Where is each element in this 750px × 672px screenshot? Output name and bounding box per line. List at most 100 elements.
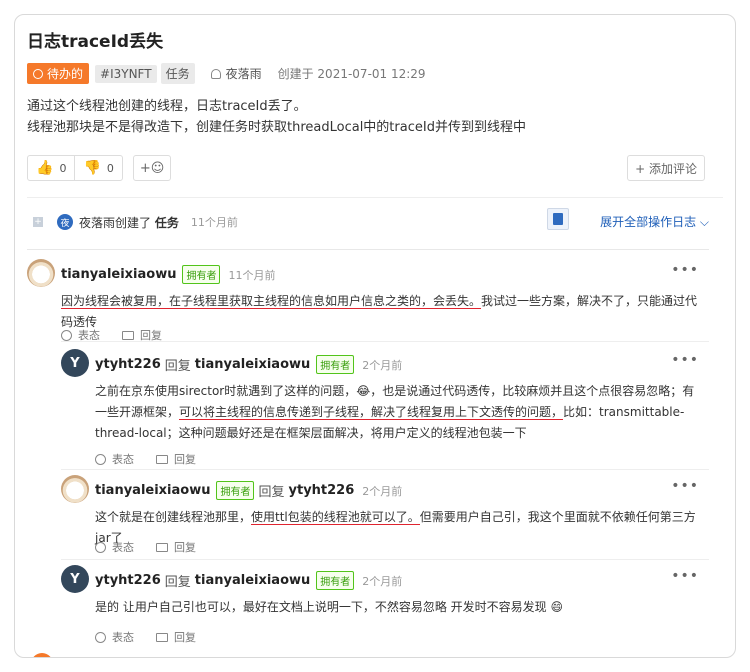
reply-button[interactable]: 回复 [156,629,196,645]
expand-log-link[interactable]: 展开全部操作日志 ⌵ [600,213,709,230]
smile-icon [95,631,106,643]
avatar[interactable] [61,475,89,503]
thumbs-down-button[interactable]: 👎 0 [74,156,121,180]
comment-time: 2个月前 [362,484,403,498]
smile-icon [95,453,106,465]
highlighted-text: 使用ttl包装的线程池就可以了。 [251,510,420,525]
owner-badge: 拥有者 [182,265,221,284]
created-time: 创建于 2021-07-01 12:29 [277,67,426,81]
react-button[interactable]: 表态 [95,451,134,467]
comment-user[interactable]: ytyht226 [95,357,161,372]
log-text-type: 任务 [154,215,179,230]
issue-id-tag[interactable]: #I3YNFT [95,64,157,83]
react-label: 表态 [112,453,134,466]
comment-actions: 表态 回复 [95,451,218,467]
reply-icon [156,632,168,642]
reply-word: 回复 [258,485,285,500]
reply-to-user[interactable]: tianyaleixiaowu [195,357,310,372]
highlighted-text: 可以将主线程的信息传递到子线程，解决了线程复用上下文透传的问题， [179,405,564,420]
issue-panel: 日志traceId丢失 待办的 #I3YNFT 任务 夜落雨 创建于 2021-… [14,14,736,658]
add-reaction-button[interactable]: +☺ [132,155,172,181]
body-pre: 这个就是在创建线程池那里， [95,510,252,524]
reply-label: 回复 [174,541,196,554]
comment-2: Y ytyht226 回复 tianyaleixiaowu 拥有者 2个月前 •… [61,341,709,469]
body-pre: 是的 让用户自己引也可以，最好在文档上说明一下，不然容易忽略 开发时不容易发现 … [95,600,563,614]
reply-to-user[interactable]: tianyaleixiaowu [195,573,310,588]
log-time: 11个月前 [190,216,238,229]
thumbs-up-icon: 👍 [36,160,54,176]
more-icon[interactable]: ••• [671,568,699,584]
status-badge[interactable]: 待办的 [27,63,90,84]
reply-word: 回复 [164,575,191,590]
thumbs-up-count: 0 [59,161,67,175]
expand-icon[interactable]: + [33,217,43,227]
comment-time: 2个月前 [362,574,403,588]
book-icon[interactable] [547,208,569,230]
status-icon [33,68,43,79]
react-label: 表态 [112,541,134,554]
log-text: 夜落雨创建了 任务 [79,214,179,231]
reply-button[interactable]: 回复 [156,539,196,555]
divider [27,197,723,198]
comment-actions: 表态 回复 [95,629,218,645]
reaction-group: 👍 0 👎 0 [27,155,123,181]
comment-header: tianyaleixiaowu 拥有者 回复 ytyht226 2个月前 [95,481,402,500]
author-name: 夜落雨 [225,67,262,81]
react-button[interactable]: 表态 [95,629,134,645]
owner-badge: 拥有者 [316,571,355,590]
more-icon[interactable]: ••• [671,478,699,494]
avatar[interactable] [27,259,55,287]
issue-type-tag[interactable]: 任务 [160,63,195,84]
comment-body: 之前在京东使用sirector时就遇到了这样的问题，😂，也是说通过代码透传，比较… [95,381,701,444]
owner-badge: 拥有者 [216,481,255,500]
owner-badge: 拥有者 [316,355,355,374]
comment-body: 是的 让用户自己引也可以，最好在文档上说明一下，不然容易忽略 开发时不容易发现 … [95,597,701,618]
react-label: 表态 [112,631,134,644]
smile-icon [95,541,106,553]
activity-log: + 夜 夜落雨创建了 任务 11个月前 展开全部操作日志 ⌵ [33,208,709,233]
description-line-2: 线程池那块是不是得改造下，创建任务时获取threadLocal中的traceId… [27,120,526,135]
smile-icon [61,329,72,341]
comment-actions: 表态 回复 [95,539,218,555]
comment-1: tianyaleixiaowu 拥有者 11个月前 ••• 因为线程会被复用，在… [27,259,709,342]
avatar[interactable]: Y [61,349,89,377]
comment-header: ytyht226 回复 tianyaleixiaowu 拥有者 2个月前 [95,355,402,374]
user-icon [210,68,221,79]
comment-user[interactable]: tianyaleixiaowu [61,267,176,282]
issue-meta: 待办的 #I3YNFT 任务 夜落雨 创建于 2021-07-01 12:29 [27,63,426,84]
comment-4: Y ytyht226 回复 tianyaleixiaowu 拥有者 2个月前 •… [61,559,709,645]
log-text-prefix: 夜落雨创建了 [79,215,155,230]
more-icon[interactable]: ••• [671,262,699,278]
status-label: 待办的 [47,67,84,81]
comment-header: tianyaleixiaowu 拥有者 11个月前 [61,265,275,284]
reply-word: 回复 [164,359,191,374]
react-button[interactable]: 表态 [95,539,134,555]
more-icon[interactable]: ••• [671,352,699,368]
reply-button[interactable]: 回复 [156,451,196,467]
thumbs-up-button[interactable]: 👍 0 [28,156,74,180]
divider [27,249,709,250]
reply-to-user[interactable]: ytyht226 [289,483,355,498]
divider [61,469,709,470]
comment-user[interactable]: tianyaleixiaowu [95,483,210,498]
reply-icon [122,330,134,340]
description-line-1: 通过这个线程池创建的线程，日志traceId丢了。 [27,99,307,114]
comment-3: tianyaleixiaowu 拥有者 回复 ytyht226 2个月前 •••… [61,469,709,555]
highlighted-text: 因为线程会被复用，在子线程里获取主线程的信息如用户信息之类的，会丢失。 [61,294,482,309]
avatar[interactable] [31,653,53,657]
reaction-bar: 👍 0 👎 0 +☺ [27,155,172,181]
comment-user[interactable]: ytyht226 [95,573,161,588]
reply-icon [156,454,168,464]
divider [61,341,709,342]
avatar[interactable]: Y [61,565,89,593]
reply-label: 回复 [174,453,196,466]
thumbs-down-icon: 👎 [83,160,101,176]
issue-author[interactable]: 夜落雨 [210,65,262,82]
log-avatar: 夜 [57,214,73,230]
comment-time: 11个月前 [228,268,276,282]
divider [61,559,709,560]
comment-header: ytyht226 回复 tianyaleixiaowu 拥有者 2个月前 [95,571,402,590]
comment-time: 2个月前 [362,358,403,372]
add-comment-button[interactable]: + 添加评论 [627,155,705,181]
issue-description: 通过这个线程池创建的线程，日志traceId丢了。 线程池那块是不是得改造下，创… [27,96,526,138]
